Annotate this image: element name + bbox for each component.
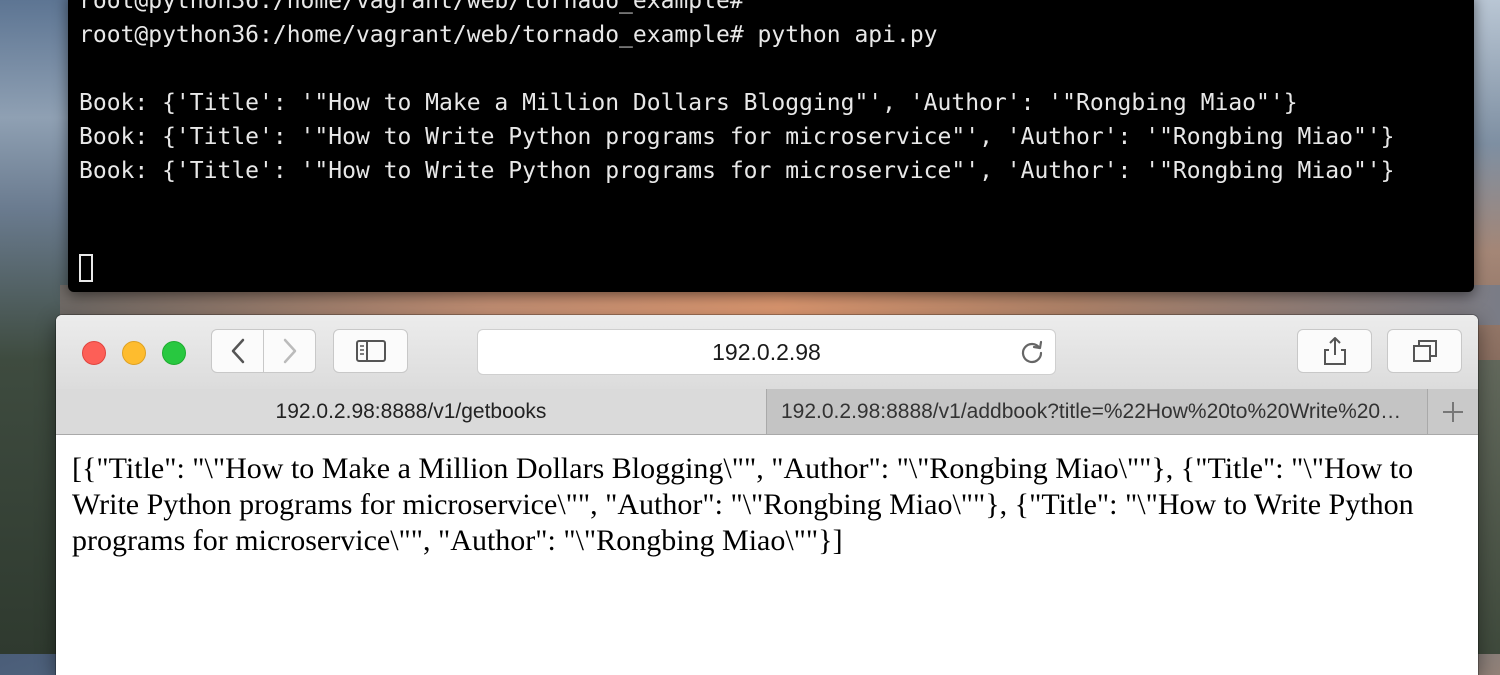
- address-bar[interactable]: 192.0.2.98: [477, 329, 1056, 375]
- tab-addbook[interactable]: 192.0.2.98:8888/v1/addbook?title=%22How%…: [767, 389, 1428, 434]
- share-icon: [1323, 337, 1346, 365]
- reload-icon[interactable]: [1019, 339, 1045, 365]
- terminal-cursor: [79, 254, 93, 282]
- terminal-window[interactable]: root@python36:/home/vagrant/web/tornado_…: [68, 0, 1474, 292]
- terminal-line: root@python36:/home/vagrant/web/tornado_…: [79, 22, 938, 48]
- sidebar-button[interactable]: [333, 329, 408, 373]
- minimize-window-button[interactable]: [122, 341, 146, 365]
- terminal-line: Book: {'Title': '"How to Write Python pr…: [79, 124, 1395, 150]
- close-window-button[interactable]: [82, 341, 106, 365]
- browser-window: 192.0.2.98 192.0.2.98:8888/v1/getbooks 1…: [56, 315, 1478, 675]
- new-tab-button[interactable]: [1428, 389, 1478, 434]
- share-button[interactable]: [1297, 329, 1372, 373]
- back-button[interactable]: [211, 329, 264, 373]
- terminal-line: root@python36:/home/vagrant/web/tornado_…: [79, 0, 744, 14]
- chevron-right-icon: [283, 338, 296, 364]
- sidebar-icon: [355, 340, 386, 362]
- terminal-line: Book: {'Title': '"How to Make a Million …: [79, 90, 1298, 116]
- json-response-text: [{"Title": "\"How to Make a Million Doll…: [72, 452, 1414, 557]
- address-text: 192.0.2.98: [712, 339, 821, 365]
- browser-toolbar: 192.0.2.98: [56, 315, 1478, 390]
- terminal-line: Book: {'Title': '"How to Write Python pr…: [79, 158, 1395, 184]
- chevron-left-icon: [231, 338, 244, 364]
- zoom-window-button[interactable]: [162, 341, 186, 365]
- plus-icon: [1443, 401, 1463, 422]
- tab-bar: 192.0.2.98:8888/v1/getbooks 192.0.2.98:8…: [56, 389, 1478, 435]
- tabs-overview-button[interactable]: [1387, 329, 1462, 373]
- forward-button[interactable]: [263, 329, 316, 373]
- tab-getbooks[interactable]: 192.0.2.98:8888/v1/getbooks: [56, 389, 767, 434]
- tabs-overview-icon: [1412, 340, 1437, 362]
- page-content: [{"Title": "\"How to Make a Million Doll…: [56, 435, 1478, 675]
